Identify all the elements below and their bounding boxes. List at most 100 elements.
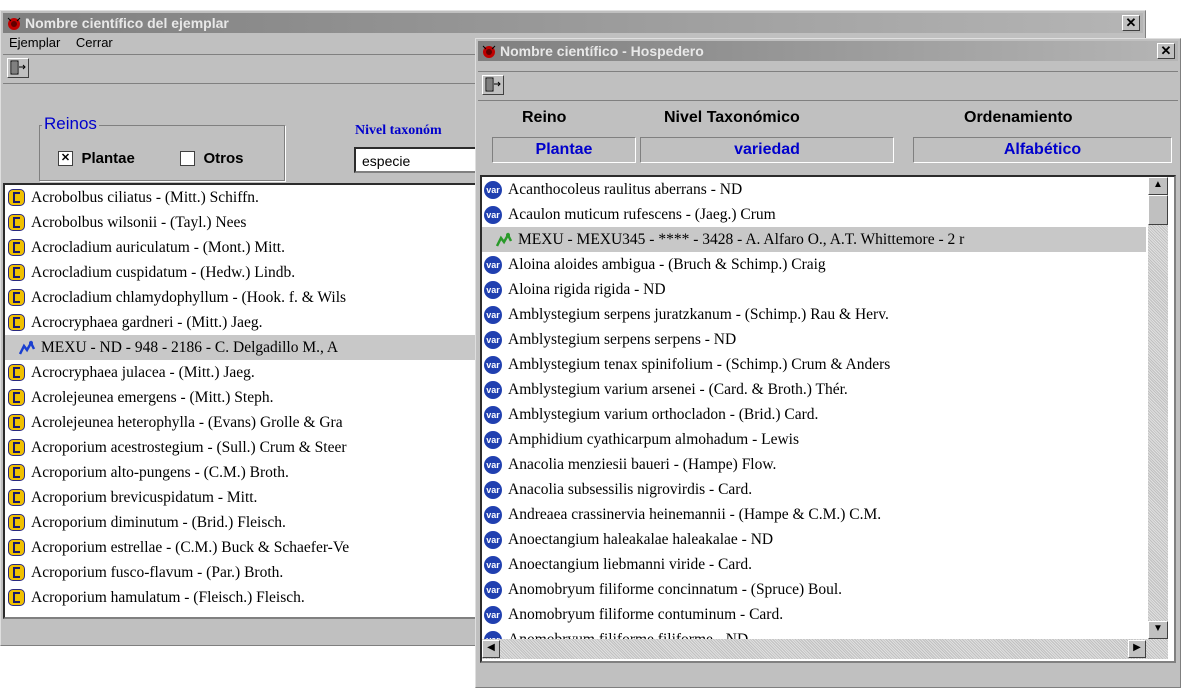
reino-value-box: Plantae bbox=[492, 137, 636, 163]
scroll-left-button[interactable]: ◀ bbox=[482, 640, 500, 658]
list-item[interactable]: var Amblystegium tenax spinifolium - (Sch… bbox=[482, 352, 1146, 377]
list-item[interactable]: var Anacolia subsessilis nigrovirdis - Ca… bbox=[482, 477, 1146, 502]
exit-button[interactable] bbox=[482, 75, 504, 95]
list-item[interactable]: var Acaulon muticum rufescens - (Jaeg.) C… bbox=[482, 202, 1146, 227]
list-item-label: MEXU - ND - 948 - 2186 - C. Delgadillo M… bbox=[41, 339, 339, 356]
list-item[interactable]: var Acanthocoleus raulitus aberrans - ND bbox=[482, 177, 1146, 202]
toolbar bbox=[478, 71, 1178, 101]
list-item[interactable]: Acrolejeunea emergens - (Mitt.) Steph. bbox=[5, 385, 489, 410]
close-button[interactable]: ✕ bbox=[1122, 15, 1140, 31]
list-item[interactable]: Acrocladium auriculatum - (Mont.) Mitt. bbox=[5, 235, 489, 260]
exit-button[interactable] bbox=[7, 58, 29, 78]
list-item[interactable]: Acrolejeunea heterophylla - (Evans) Grol… bbox=[5, 410, 489, 435]
orden-value-box: Alfabético bbox=[913, 137, 1172, 163]
scroll-up-button[interactable]: ▲ bbox=[1148, 177, 1168, 195]
list-item[interactable]: Acroporium hamulatum - (Fleisch.) Fleisc… bbox=[5, 585, 489, 610]
list-item[interactable]: Acrocryphaea gardneri - (Mitt.) Jaeg. bbox=[5, 310, 489, 335]
list-item[interactable]: Acroporium acestrostegium - (Sull.) Crum… bbox=[5, 435, 489, 460]
list-item[interactable]: Acroporium fusco-flavum - (Par.) Broth. bbox=[5, 560, 489, 585]
list-item[interactable]: Acroporium diminutum - (Brid.) Fleisch. bbox=[5, 510, 489, 535]
list-item-label: Anacolia menziesii baueri - (Hampe) Flow… bbox=[508, 456, 777, 473]
list-item-label: Acroporium hamulatum - (Fleisch.) Fleisc… bbox=[31, 589, 305, 606]
list-item[interactable]: var Andreaea crassinervia heinemannii - (… bbox=[482, 502, 1146, 527]
list-item-label: Acroporium brevicuspidatum - Mitt. bbox=[31, 489, 258, 506]
list-item-label: Anoectangium liebmanni viride - Card. bbox=[508, 556, 753, 573]
especie-icon bbox=[8, 239, 25, 256]
checkbox-plantae[interactable]: ✕ Plantae bbox=[58, 150, 135, 168]
vertical-scrollbar[interactable]: ▲ ▼ bbox=[1148, 177, 1168, 639]
especie-icon bbox=[8, 514, 25, 531]
hospedero-list[interactable]: var Acanthocoleus raulitus aberrans - ND v… bbox=[480, 175, 1176, 663]
reinos-group: Reinos ✕ Plantae Otros bbox=[39, 114, 285, 181]
list-item[interactable]: var Anacolia menziesii baueri - (Hampe) F… bbox=[482, 452, 1146, 477]
list-item[interactable]: var Amblystegium varium arsenei - (Card. … bbox=[482, 377, 1146, 402]
list-item[interactable]: Acrobolbus ciliatus - (Mitt.) Schiffn. bbox=[5, 185, 489, 210]
list-item[interactable]: Acrocladium cuspidatum - (Hedw.) Lindb. bbox=[5, 260, 489, 285]
list-item[interactable]: Acroporium alto-pungens - (C.M.) Broth. bbox=[5, 460, 489, 485]
specimen-row[interactable]: MEXU - MEXU345 - **** - 3428 - A. Alfaro… bbox=[482, 227, 1146, 252]
list-item[interactable]: Acroporium estrellae - (C.M.) Buck & Sch… bbox=[5, 535, 489, 560]
checkbox-plantae-box[interactable]: ✕ bbox=[58, 151, 73, 167]
list-item-label: Acrobolbus ciliatus - (Mitt.) Schiffn. bbox=[31, 189, 259, 206]
list-item[interactable]: Acrocryphaea julacea - (Mitt.) Jaeg. bbox=[5, 360, 489, 385]
especie-icon bbox=[8, 464, 25, 481]
list-item-label: Amblystegium tenax spinifolium - (Schimp… bbox=[508, 356, 891, 373]
variedad-icon: var bbox=[484, 506, 502, 524]
list-item-label: Anomobryum filiforme contuminum - Card. bbox=[508, 606, 784, 623]
list-item[interactable]: var Anoectangium haleakalae haleakalae - … bbox=[482, 527, 1146, 552]
variedad-icon: var bbox=[484, 356, 502, 374]
list-item[interactable]: Acroporium brevicuspidatum - Mitt. bbox=[5, 485, 489, 510]
horizontal-scrollbar[interactable]: ◀ ▶ bbox=[482, 639, 1168, 659]
variedad-icon: var bbox=[484, 431, 502, 449]
menu-cerrar[interactable]: Cerrar bbox=[76, 35, 113, 50]
list-item[interactable]: Acrocladium chlamydophyllum - (Hook. f. … bbox=[5, 285, 489, 310]
list-item-label: Amblystegium varium orthocladon - (Brid.… bbox=[508, 406, 819, 423]
menu-ejemplar[interactable]: Ejemplar bbox=[9, 35, 60, 50]
list-item[interactable]: var Amphidium cyathicarpum almohadum - Le… bbox=[482, 427, 1146, 452]
close-button[interactable]: ✕ bbox=[1157, 43, 1175, 59]
scroll-down-button[interactable]: ▼ bbox=[1148, 621, 1168, 639]
list-item-label: Acrobolbus wilsonii - (Tayl.) Nees bbox=[31, 214, 247, 231]
window-title: Nombre científico - Hospedero bbox=[500, 43, 704, 59]
variedad-icon: var bbox=[484, 331, 502, 349]
list-item[interactable]: var Anoectangium liebmanni viride - Card. bbox=[482, 552, 1146, 577]
header-nivel: Nivel Taxonómico bbox=[664, 109, 800, 126]
list-item[interactable]: var Aloina aloides ambigua - (Bruch & Sch… bbox=[482, 252, 1146, 277]
list-item[interactable]: Acrobolbus wilsonii - (Tayl.) Nees bbox=[5, 210, 489, 235]
list-item[interactable]: var Amblystegium serpens juratzkanum - (S… bbox=[482, 302, 1146, 327]
checkbox-otros[interactable]: Otros bbox=[180, 150, 243, 168]
especie-icon bbox=[8, 364, 25, 381]
list-item-label: Anoectangium haleakalae haleakalae - ND bbox=[508, 531, 774, 548]
list-item[interactable]: var Anomobryum filiforme contuminum - Car… bbox=[482, 602, 1146, 627]
especie-icon bbox=[8, 539, 25, 556]
reino-value: Plantae bbox=[535, 141, 593, 158]
list-item-label: Acrolejeunea heterophylla - (Evans) Grol… bbox=[31, 414, 343, 431]
list-item-label: Anacolia subsessilis nigrovirdis - Card. bbox=[508, 481, 753, 498]
list-item-label: Amblystegium varium arsenei - (Card. & B… bbox=[508, 381, 848, 398]
list-item[interactable]: var Amblystegium varium orthocladon - (Br… bbox=[482, 402, 1146, 427]
variedad-icon: var bbox=[484, 456, 502, 474]
list-item[interactable]: var Aloina rigida rigida - ND bbox=[482, 277, 1146, 302]
scroll-right-button[interactable]: ▶ bbox=[1128, 640, 1146, 658]
title-bar[interactable]: Nombre científico del ejemplar ✕ bbox=[3, 13, 1143, 33]
scroll-thumb[interactable] bbox=[1148, 195, 1168, 225]
window-nombre-cientifico-hospedero: Nombre científico - Hospedero ✕ Reino Ni… bbox=[475, 38, 1181, 688]
list-item-label: Acrocladium chlamydophyllum - (Hook. f. … bbox=[31, 289, 347, 306]
reinos-label: Reinos bbox=[42, 114, 99, 134]
variedad-icon: var bbox=[484, 381, 502, 399]
species-list[interactable]: Acrobolbus ciliatus - (Mitt.) Schiffn. Ac… bbox=[3, 183, 491, 619]
especie-icon bbox=[8, 389, 25, 406]
especie-icon bbox=[8, 214, 25, 231]
list-item[interactable]: var Amblystegium serpens serpens - ND bbox=[482, 327, 1146, 352]
nivel-taxonomico-label: Nivel taxonóm bbox=[355, 123, 442, 138]
list-item-label: Aloina rigida rigida - ND bbox=[508, 281, 666, 298]
title-bar[interactable]: Nombre científico - Hospedero ✕ bbox=[478, 41, 1178, 61]
list-item-label: Andreaea crassinervia heinemannii - (Ham… bbox=[508, 506, 882, 523]
list-item-label: Acaulon muticum rufescens - (Jaeg.) Crum bbox=[508, 206, 776, 223]
nivel-taxonomico-value: especie bbox=[362, 153, 411, 169]
nivel-taxonomico-field[interactable]: especie bbox=[354, 147, 484, 173]
nivel-value: variedad bbox=[734, 141, 800, 158]
checkbox-otros-box[interactable] bbox=[180, 151, 195, 167]
specimen-row[interactable]: MEXU - ND - 948 - 2186 - C. Delgadillo M… bbox=[5, 335, 489, 360]
list-item[interactable]: var Anomobryum filiforme concinnatum - (S… bbox=[482, 577, 1146, 602]
